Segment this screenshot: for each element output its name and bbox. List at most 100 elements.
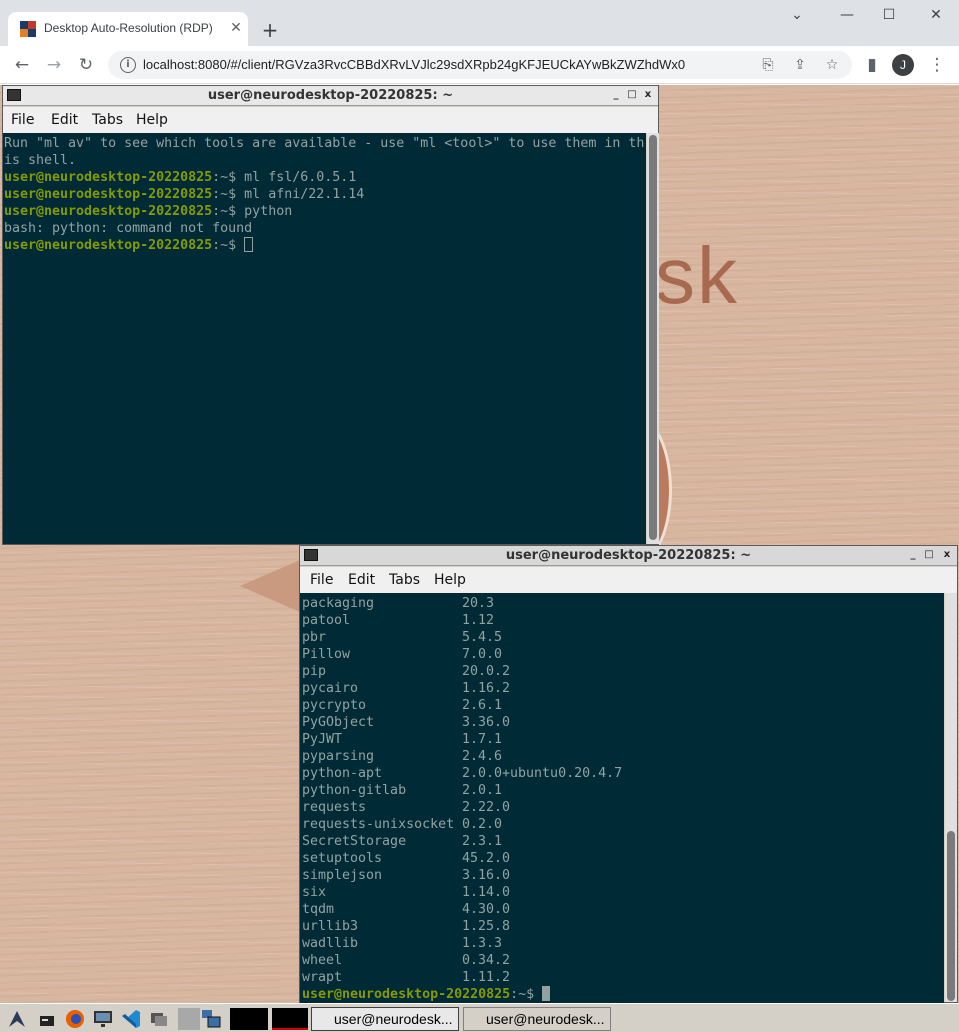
terminal-minimize-button[interactable]: _ <box>609 88 623 102</box>
package-row: packaging 20.3 <box>302 595 622 612</box>
package-version: 7.0.0 <box>462 647 503 662</box>
scrollbar-thumb[interactable] <box>947 831 955 1001</box>
workspace-2[interactable] <box>230 1008 268 1030</box>
package-name: pycrypto <box>302 698 367 713</box>
package-name: packaging <box>302 596 375 611</box>
prompt-user: user@neurodesktop-20220825 <box>302 987 511 1002</box>
terminal-menubar: File Edit Tabs Help <box>3 107 658 133</box>
taskbar-task-terminal-1[interactable]: user@neurodesk... <box>311 1007 459 1031</box>
reload-icon[interactable]: ↻ <box>73 53 99 77</box>
terminal-close-button[interactable]: x <box>641 88 655 102</box>
package-name: requests <box>302 800 367 815</box>
prompt-user: user@neurodesktop-20220825 <box>4 170 213 185</box>
package-row: pbr 5.4.5 <box>302 629 622 646</box>
prompt-user: user@neurodesktop-20220825 <box>4 204 213 219</box>
address-bar[interactable]: i localhost:8080/#/client/RGVza3RvcCBBdX… <box>108 51 852 79</box>
remote-desktop[interactable]: sk user@neurodesktop-20220825: ~ _ □ x F… <box>0 85 959 1032</box>
package-row: wheel 0.34.2 <box>302 952 622 969</box>
terminal-close-button[interactable]: x <box>940 548 954 562</box>
tab-search-icon[interactable]: ⌄ <box>783 4 811 26</box>
package-version: 1.25.8 <box>462 919 511 934</box>
package-version: 2.0.0+ubuntu0.20.4.7 <box>462 766 623 781</box>
terminal-window-top[interactable]: user@neurodesktop-20220825: ~ _ □ x File… <box>2 85 659 545</box>
menu-file[interactable]: File <box>310 572 333 588</box>
terminal-window-bottom[interactable]: user@neurodesktop-20220825: ~ _ □ x File… <box>299 545 958 1003</box>
workspace-3[interactable] <box>272 1008 308 1030</box>
prompt-path: :~$ <box>212 187 245 202</box>
forward-arrow-icon[interactable]: → <box>41 53 67 77</box>
terminal-maximize-button[interactable]: □ <box>922 548 936 562</box>
terminal-scrollbar[interactable] <box>647 133 659 544</box>
command-text: ml afni/22.1.14 <box>244 187 365 202</box>
start-menu-icon[interactable] <box>6 1008 28 1030</box>
package-version: 0.34.2 <box>462 953 511 968</box>
menu-file[interactable]: File <box>11 112 34 128</box>
vscode-icon[interactable] <box>120 1008 142 1030</box>
terminal-output[interactable]: packaging 20.3 patool 1.12 pbr 5.4.5 Pillow 7.0… <box>300 593 944 1003</box>
terminal-output[interactable]: Run "ml av" to see which tools are avail… <box>3 133 646 544</box>
side-panel-icon[interactable]: ▮ <box>859 53 885 77</box>
package-version: 2.4.6 <box>462 749 503 764</box>
package-version: 2.6.1 <box>462 698 503 713</box>
package-name: six <box>302 885 327 900</box>
menu-edit[interactable]: Edit <box>348 572 375 588</box>
browser-tab[interactable]: Desktop Auto-Resolution (RDP) ✕ <box>8 12 248 46</box>
package-name: python-gitlab <box>302 783 407 798</box>
package-name: patool <box>302 613 351 628</box>
package-version: 2.22.0 <box>462 800 511 815</box>
prompt-path: :~$ <box>212 204 245 219</box>
window-maximize-button[interactable]: ☐ <box>875 4 903 26</box>
package-version: 45.2.0 <box>462 851 511 866</box>
window-minimize-button[interactable]: — <box>833 4 861 26</box>
terminal-titlebar[interactable]: user@neurodesktop-20220825: ~ _ □ x <box>3 86 658 106</box>
menu-help[interactable]: Help <box>434 572 466 588</box>
package-name: urllib3 <box>302 919 359 934</box>
new-tab-button[interactable]: + <box>258 18 282 42</box>
tab-close-icon[interactable]: ✕ <box>226 18 246 38</box>
package-name: python-apt <box>302 766 383 781</box>
workspace-1[interactable] <box>178 1008 200 1030</box>
package-version: 5.4.5 <box>462 630 503 645</box>
desktop-monitor-icon[interactable] <box>92 1008 114 1030</box>
package-name: pyparsing <box>302 749 375 764</box>
package-row: wadllib 1.3.3 <box>302 935 622 952</box>
terminal-scrollbar[interactable] <box>945 593 957 1002</box>
browser-toolbar: ← → ↻ i localhost:8080/#/client/RGVza3Rv… <box>0 46 959 84</box>
package-row: pycairo 1.16.2 <box>302 680 622 697</box>
terminal-maximize-button[interactable]: □ <box>625 88 639 102</box>
terminal-minimize-button[interactable]: _ <box>906 548 920 562</box>
terminal-titlebar[interactable]: user@neurodesktop-20220825: ~ _ □ x <box>300 546 957 566</box>
bookmark-star-icon[interactable]: ☆ <box>822 55 842 75</box>
menu-tabs[interactable]: Tabs <box>389 572 420 588</box>
terminal-line: is shell. <box>4 153 77 168</box>
terminal-title: user@neurodesktop-20220825: ~ <box>207 88 454 103</box>
workspace-switcher-icon[interactable] <box>200 1008 222 1030</box>
package-version: 3.36.0 <box>462 715 511 730</box>
package-name: pbr <box>302 630 327 645</box>
package-row: patool 1.12 <box>302 612 622 629</box>
window-close-button[interactable]: ✕ <box>922 4 950 26</box>
taskbar-task-terminal-2[interactable]: user@neurodesk... <box>463 1007 611 1031</box>
profile-avatar[interactable]: J <box>892 54 914 76</box>
clipboard-icon[interactable]: ⎘ <box>758 55 778 75</box>
url-text[interactable]: localhost:8080/#/client/RGVza3RvcCBBdXRv… <box>143 57 685 72</box>
site-info-icon[interactable]: i <box>120 57 136 73</box>
terminal-title: user@neurodesktop-20220825: ~ <box>505 548 752 563</box>
terminal-line: user@neurodesktop-20220825:~$ <box>4 237 646 254</box>
terminal-menubar: File Edit Tabs Help <box>300 567 957 593</box>
package-row: simplejson 3.16.0 <box>302 867 622 884</box>
file-manager-icon[interactable] <box>148 1008 170 1030</box>
firefox-icon[interactable] <box>64 1008 86 1030</box>
menu-tabs[interactable]: Tabs <box>92 112 123 128</box>
package-version: 0.2.0 <box>462 817 503 832</box>
scrollbar-thumb[interactable] <box>649 135 657 540</box>
share-icon[interactable]: ⇪ <box>790 55 810 75</box>
package-version: 1.16.2 <box>462 681 511 696</box>
wallpaper-logo-text: sk <box>655 231 739 320</box>
package-list: packaging 20.3 patool 1.12 pbr 5.4.5 Pillow 7.0… <box>302 595 622 1003</box>
back-arrow-icon[interactable]: ← <box>9 53 35 77</box>
menu-help[interactable]: Help <box>136 112 168 128</box>
menu-edit[interactable]: Edit <box>51 112 78 128</box>
terminal-launcher-icon[interactable] <box>36 1008 58 1030</box>
browser-menu-icon[interactable]: ⋮ <box>924 53 950 77</box>
